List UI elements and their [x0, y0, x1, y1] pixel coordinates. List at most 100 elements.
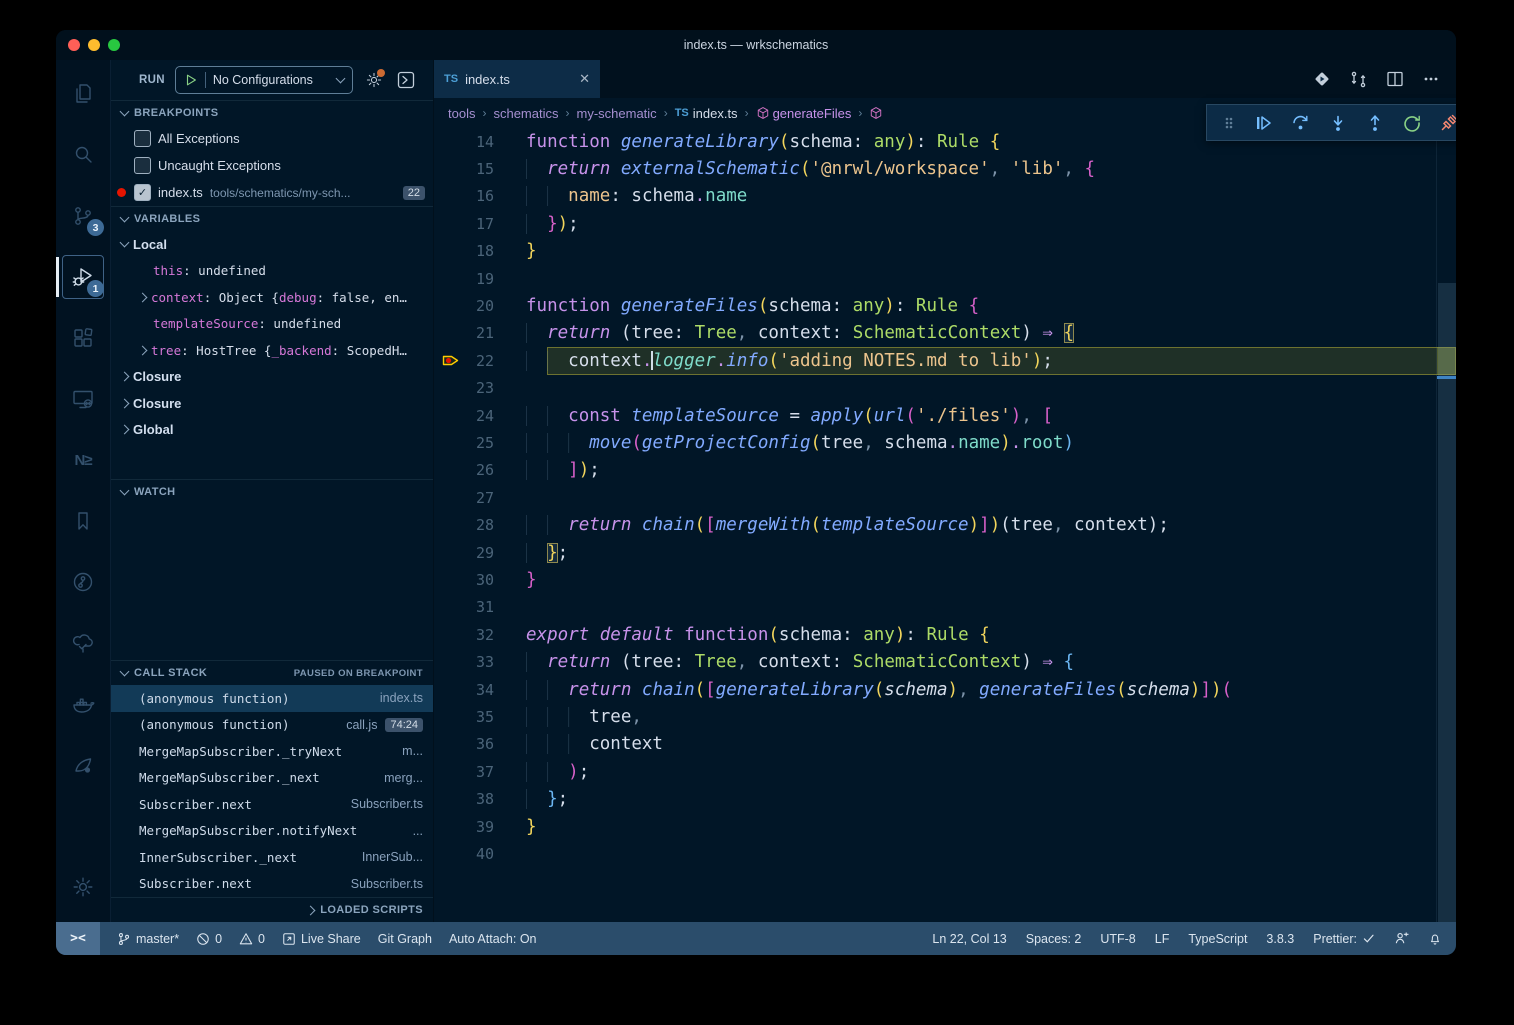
editor-gutter[interactable]: 18 — [434, 238, 526, 265]
editor-gutter[interactable]: 37 — [434, 758, 526, 785]
editor-gutter[interactable]: 22 — [434, 347, 526, 374]
editor-gutter[interactable]: 16 — [434, 183, 526, 210]
breadcrumb-item-function[interactable] — [869, 106, 886, 120]
variable-row[interactable]: this: undefined — [111, 258, 433, 285]
variable-row[interactable]: tree: HostTree {_backend: ScopedH… — [111, 337, 433, 364]
more-actions-icon[interactable] — [1422, 70, 1440, 88]
code-line-23[interactable]: 23 — [434, 375, 1456, 402]
status-item-live-share[interactable]: Live Share — [282, 932, 361, 946]
status-item-spaces-2[interactable]: Spaces: 2 — [1026, 932, 1082, 946]
code-line-37[interactable]: 37 ); — [434, 758, 1456, 785]
open-changes-icon[interactable] — [1313, 70, 1331, 88]
call-stack-frame[interactable]: MergeMapSubscriber.notifyNext... — [111, 818, 433, 845]
code-line-24[interactable]: 24 const templateSource = apply(url('./f… — [434, 402, 1456, 429]
breakpoint-row[interactable]: Uncaught Exceptions — [111, 152, 433, 179]
editor-gutter[interactable]: 33 — [434, 649, 526, 676]
editor-gutter[interactable]: 20 — [434, 292, 526, 319]
code-line-35[interactable]: 35 tree, — [434, 703, 1456, 730]
code-line-text[interactable]: } — [526, 570, 537, 590]
status-item-git-graph[interactable]: Git Graph — [378, 932, 432, 946]
close-window-button[interactable] — [68, 39, 80, 51]
call-stack-frame[interactable]: (anonymous function)call.js74:24 — [111, 712, 433, 739]
status-item-3-8-3[interactable]: 3.8.3 — [1266, 932, 1294, 946]
code-line-text[interactable]: } — [526, 817, 537, 837]
call-stack-frame[interactable]: Subscriber.nextSubscriber.ts — [111, 791, 433, 818]
activity-bar-item-search[interactable] — [60, 129, 106, 181]
code-line-38[interactable]: 38 }; — [434, 786, 1456, 813]
editor-gutter[interactable]: 28 — [434, 512, 526, 539]
variables-scope-row[interactable]: Global — [111, 417, 433, 444]
code-line-text[interactable]: const templateSource = apply(url('./file… — [526, 406, 1053, 426]
call-stack-frame[interactable]: (anonymous function)index.ts — [111, 685, 433, 712]
code-line-text[interactable]: } — [526, 241, 537, 261]
status-item-0[interactable]: 0 — [196, 932, 222, 946]
variable-row[interactable]: context: Object {debug: false, en… — [111, 284, 433, 311]
code-line-text[interactable]: context — [526, 734, 663, 754]
editor-gutter[interactable]: 36 — [434, 731, 526, 758]
code-line-text[interactable]: context.logger.info('adding NOTES.md to … — [526, 351, 1053, 371]
code-line-text[interactable]: return (tree: Tree, context: SchematicCo… — [526, 323, 1074, 343]
status-item-prettier[interactable]: Prettier: — [1313, 932, 1375, 946]
variables-scope-row[interactable]: Closure — [111, 364, 433, 391]
editor-gutter[interactable]: 38 — [434, 786, 526, 813]
code-line-22[interactable]: 22 context.logger.info('adding NOTES.md … — [434, 347, 1456, 374]
breakpoints-section-header[interactable]: BREAKPOINTS — [111, 100, 433, 125]
editor-gutter[interactable]: 32 — [434, 621, 526, 648]
breadcrumb-item-tools[interactable]: tools — [448, 106, 475, 121]
code-line-text[interactable]: return (tree: Tree, context: SchematicCo… — [526, 652, 1074, 672]
split-editor-icon[interactable] — [1386, 70, 1404, 88]
call-stack-frame[interactable]: MergeMapSubscriber._tryNextm... — [111, 738, 433, 765]
code-line-text[interactable]: return chain([mergeWith(templateSource)]… — [526, 515, 1169, 535]
call-stack-section-header[interactable]: CALL STACK PAUSED ON BREAKPOINT — [111, 660, 433, 685]
breadcrumb-item-schematics[interactable]: schematics — [493, 106, 558, 121]
maximize-window-button[interactable] — [108, 39, 120, 51]
call-stack-frame[interactable]: InnerSubscriber._nextInnerSub... — [111, 844, 433, 871]
code-line-40[interactable]: 40 — [434, 840, 1456, 867]
editor-gutter[interactable]: 17 — [434, 210, 526, 237]
code-line-text[interactable]: }; — [526, 789, 568, 809]
step-over-button[interactable] — [1291, 113, 1310, 132]
variable-row[interactable]: templateSource: undefined — [111, 311, 433, 338]
activity-bar-item-source-control[interactable]: 3 — [60, 190, 106, 242]
code-line-32[interactable]: 32export default function(schema: any): … — [434, 621, 1456, 648]
code-line-text[interactable]: }; — [526, 543, 568, 563]
editor-gutter[interactable]: 30 — [434, 566, 526, 593]
code-line-text[interactable]: function generateLibrary(schema: any): R… — [526, 132, 1000, 152]
editor-gutter[interactable]: 21 — [434, 320, 526, 347]
status-item-utf-8[interactable]: UTF-8 — [1100, 932, 1135, 946]
activity-bar-item-extensions[interactable] — [60, 312, 106, 364]
variables-scope-row[interactable]: Closure — [111, 390, 433, 417]
activity-bar-item-manage[interactable] — [60, 861, 106, 913]
debug-configuration-dropdown[interactable]: No Configurations — [175, 66, 353, 94]
editor-gutter[interactable]: 34 — [434, 676, 526, 703]
breakpoint-row[interactable]: ✓index.tstools/schematics/my-sch...22 — [111, 179, 433, 206]
status-item-typescript[interactable]: TypeScript — [1188, 932, 1247, 946]
breadcrumb-item-indexts[interactable]: TSindex.ts — [675, 106, 738, 121]
code-line-18[interactable]: 18} — [434, 238, 1456, 265]
editor-gutter[interactable]: 35 — [434, 703, 526, 730]
code-line-19[interactable]: 19 — [434, 265, 1456, 292]
editor-gutter[interactable]: 26 — [434, 457, 526, 484]
code-line-17[interactable]: 17 }); — [434, 210, 1456, 237]
code-line-34[interactable]: 34 return chain([generateLibrary(schema)… — [434, 676, 1456, 703]
code-line-29[interactable]: 29 }; — [434, 539, 1456, 566]
continue-button[interactable] — [1254, 114, 1272, 132]
debug-configuration-value[interactable]: No Configurations — [213, 73, 313, 87]
disconnect-button[interactable] — [1440, 113, 1456, 132]
call-stack-frame[interactable]: MergeMapSubscriber._nextmerg... — [111, 765, 433, 792]
status-item-0[interactable]: 0 — [239, 932, 265, 946]
tab-index-ts[interactable]: TS index.ts ✕ — [434, 60, 600, 98]
editor-gutter[interactable]: 27 — [434, 484, 526, 511]
code-line-26[interactable]: 26 ]); — [434, 457, 1456, 484]
status-item-feedback[interactable] — [1394, 931, 1409, 946]
code-line-text[interactable]: return externalSchematic('@nrwl/workspac… — [526, 159, 1095, 179]
code-line-28[interactable]: 28 return chain([mergeWith(templateSourc… — [434, 512, 1456, 539]
code-line-31[interactable]: 31 — [434, 594, 1456, 621]
code-line-25[interactable]: 25 move(getProjectConfig(tree, schema.na… — [434, 429, 1456, 456]
breakpoint-checkbox[interactable] — [134, 130, 151, 147]
code-line-text[interactable]: function generateFiles(schema: any): Rul… — [526, 296, 979, 316]
code-line-30[interactable]: 30} — [434, 566, 1456, 593]
status-item-lf[interactable]: LF — [1155, 932, 1170, 946]
breakpoint-checkbox[interactable]: ✓ — [134, 184, 151, 201]
editor-gutter[interactable]: 15 — [434, 155, 526, 182]
